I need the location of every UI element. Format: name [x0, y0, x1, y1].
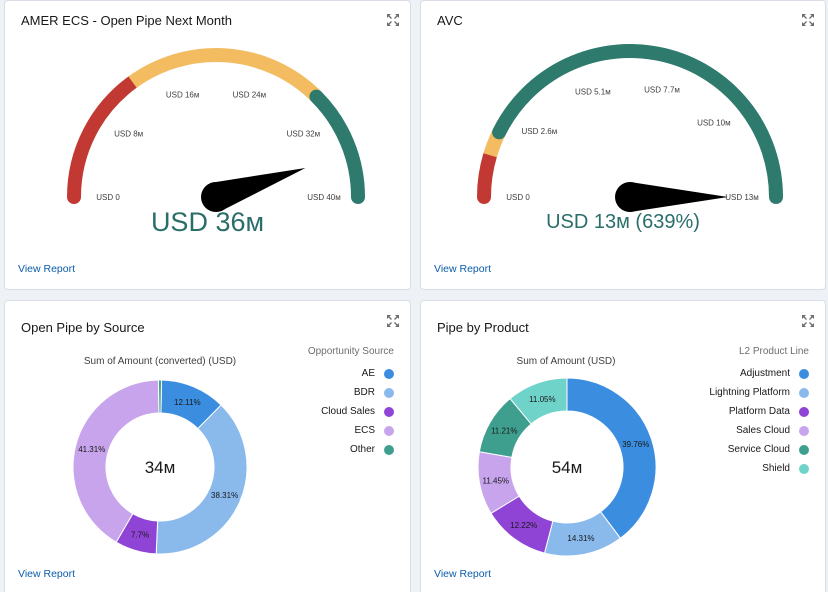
- gauge-band: [128, 48, 322, 102]
- gauge-needle-hub: [615, 182, 645, 212]
- legend-swatch: [384, 425, 394, 436]
- legend-swatch: [384, 368, 394, 379]
- gauge-tick-label: USD 16м: [166, 90, 200, 99]
- legend-swatch: [799, 387, 809, 398]
- pipe-by-product-card: Pipe by Product Sum of Amount (USD) 39.7…: [420, 300, 826, 592]
- legend-item[interactable]: Lightning Platform: [649, 383, 809, 402]
- donut-slice[interactable]: [157, 379, 163, 414]
- gauge-band: [492, 44, 783, 204]
- legend-label: Other: [349, 444, 375, 455]
- legend-swatch: [799, 368, 809, 379]
- gauge-band: [67, 75, 140, 204]
- legend-swatch: [384, 444, 394, 455]
- gauge-tick-label: USD 0: [506, 193, 530, 202]
- legend-item[interactable]: Service Cloud: [649, 440, 809, 459]
- gauge-band: [309, 89, 365, 204]
- gauge-tick-label: USD 7.7м: [644, 86, 680, 95]
- legend-label: Sales Cloud: [736, 425, 790, 436]
- view-report-link[interactable]: View Report: [18, 263, 75, 275]
- legend-label: Lightning Platform: [709, 387, 790, 398]
- gauge-tick-label: USD 10м: [697, 119, 731, 128]
- view-report-link[interactable]: View Report: [434, 568, 491, 580]
- legend-label: Adjustment: [739, 368, 790, 379]
- expand-icon[interactable]: [801, 314, 815, 328]
- legend-item[interactable]: ECS: [234, 421, 394, 440]
- expand-icon[interactable]: [386, 314, 400, 328]
- legend-swatch: [384, 387, 394, 398]
- legend-swatch: [384, 406, 394, 417]
- gauge-band: [477, 148, 498, 204]
- slice-label: 11.45%: [482, 477, 509, 486]
- slice-label: 12.22%: [510, 521, 537, 530]
- legend-label: AE: [361, 368, 375, 379]
- legend-swatch: [799, 425, 809, 436]
- slice-label: 14.31%: [567, 534, 594, 543]
- gauge-tick-label: USD 32м: [287, 130, 321, 139]
- donut-center-value: 54м: [552, 458, 583, 477]
- slice-label: 39.76%: [622, 440, 649, 449]
- legend-label: Shield: [762, 463, 790, 474]
- open-pipe-gauge-card: AMER ECS - Open Pipe Next Month USD 0 USD…: [4, 0, 411, 290]
- slice-label: 12.11%: [174, 398, 201, 407]
- gauge-tick-label: USD 0: [96, 193, 120, 202]
- legend-title: Opportunity Source: [307, 346, 394, 357]
- gauge-tick-label: USD 5.1м: [575, 87, 611, 96]
- slice-label: 11.21%: [491, 427, 518, 436]
- legend-item[interactable]: Sales Cloud: [649, 421, 809, 440]
- legend-label: Platform Data: [728, 406, 790, 417]
- view-report-link[interactable]: View Report: [18, 568, 75, 580]
- legend-item[interactable]: Adjustment: [649, 364, 809, 383]
- legend-title: L2 Product Line: [738, 346, 809, 357]
- slice-label: 38.31%: [211, 491, 238, 500]
- legend-item[interactable]: AE: [234, 364, 394, 383]
- gauge-tick-label: USD 40м: [307, 193, 341, 202]
- open-pipe-by-source-card: Open Pipe by Source Sum of Amount (conve…: [4, 300, 411, 592]
- view-report-link[interactable]: View Report: [434, 263, 491, 275]
- legend-swatch: [799, 406, 809, 417]
- legend: Adjustment Lightning Platform Platform Dat…: [649, 364, 809, 478]
- legend: AE BDR Cloud Sales ECS Other: [234, 364, 394, 459]
- legend-item[interactable]: BDR: [234, 383, 394, 402]
- legend-label: Cloud Sales: [321, 406, 375, 417]
- legend-item[interactable]: Shield: [649, 459, 809, 478]
- legend-item[interactable]: Platform Data: [649, 402, 809, 421]
- gauge-tick-label: USD 8м: [114, 130, 143, 139]
- gauge-tick-label: USD 24м: [233, 90, 267, 99]
- legend-label: BDR: [353, 387, 375, 398]
- gauge-value: USD 36м: [150, 207, 265, 237]
- legend-label: ECS: [354, 425, 375, 436]
- gauge-value: USD 13м (639%): [546, 211, 700, 233]
- legend-swatch: [799, 444, 809, 455]
- avc-gauge-card: AVC USD 0 USD 2.6м USD 5.1м USD 7.7м USD 10м…: [420, 0, 826, 290]
- slice-label: 7.7%: [131, 531, 149, 540]
- gauge-tick-label: USD 2.6м: [522, 127, 558, 136]
- legend-swatch: [799, 463, 809, 474]
- slice-label: 11.05%: [529, 395, 556, 404]
- legend-item[interactable]: Other: [234, 440, 394, 459]
- gauge-tick-label: USD 13м: [725, 193, 759, 202]
- legend-item[interactable]: Cloud Sales: [234, 402, 394, 421]
- legend-label: Service Cloud: [727, 444, 790, 455]
- slice-label: 41.31%: [78, 445, 105, 454]
- donut-center-value: 34м: [145, 458, 176, 477]
